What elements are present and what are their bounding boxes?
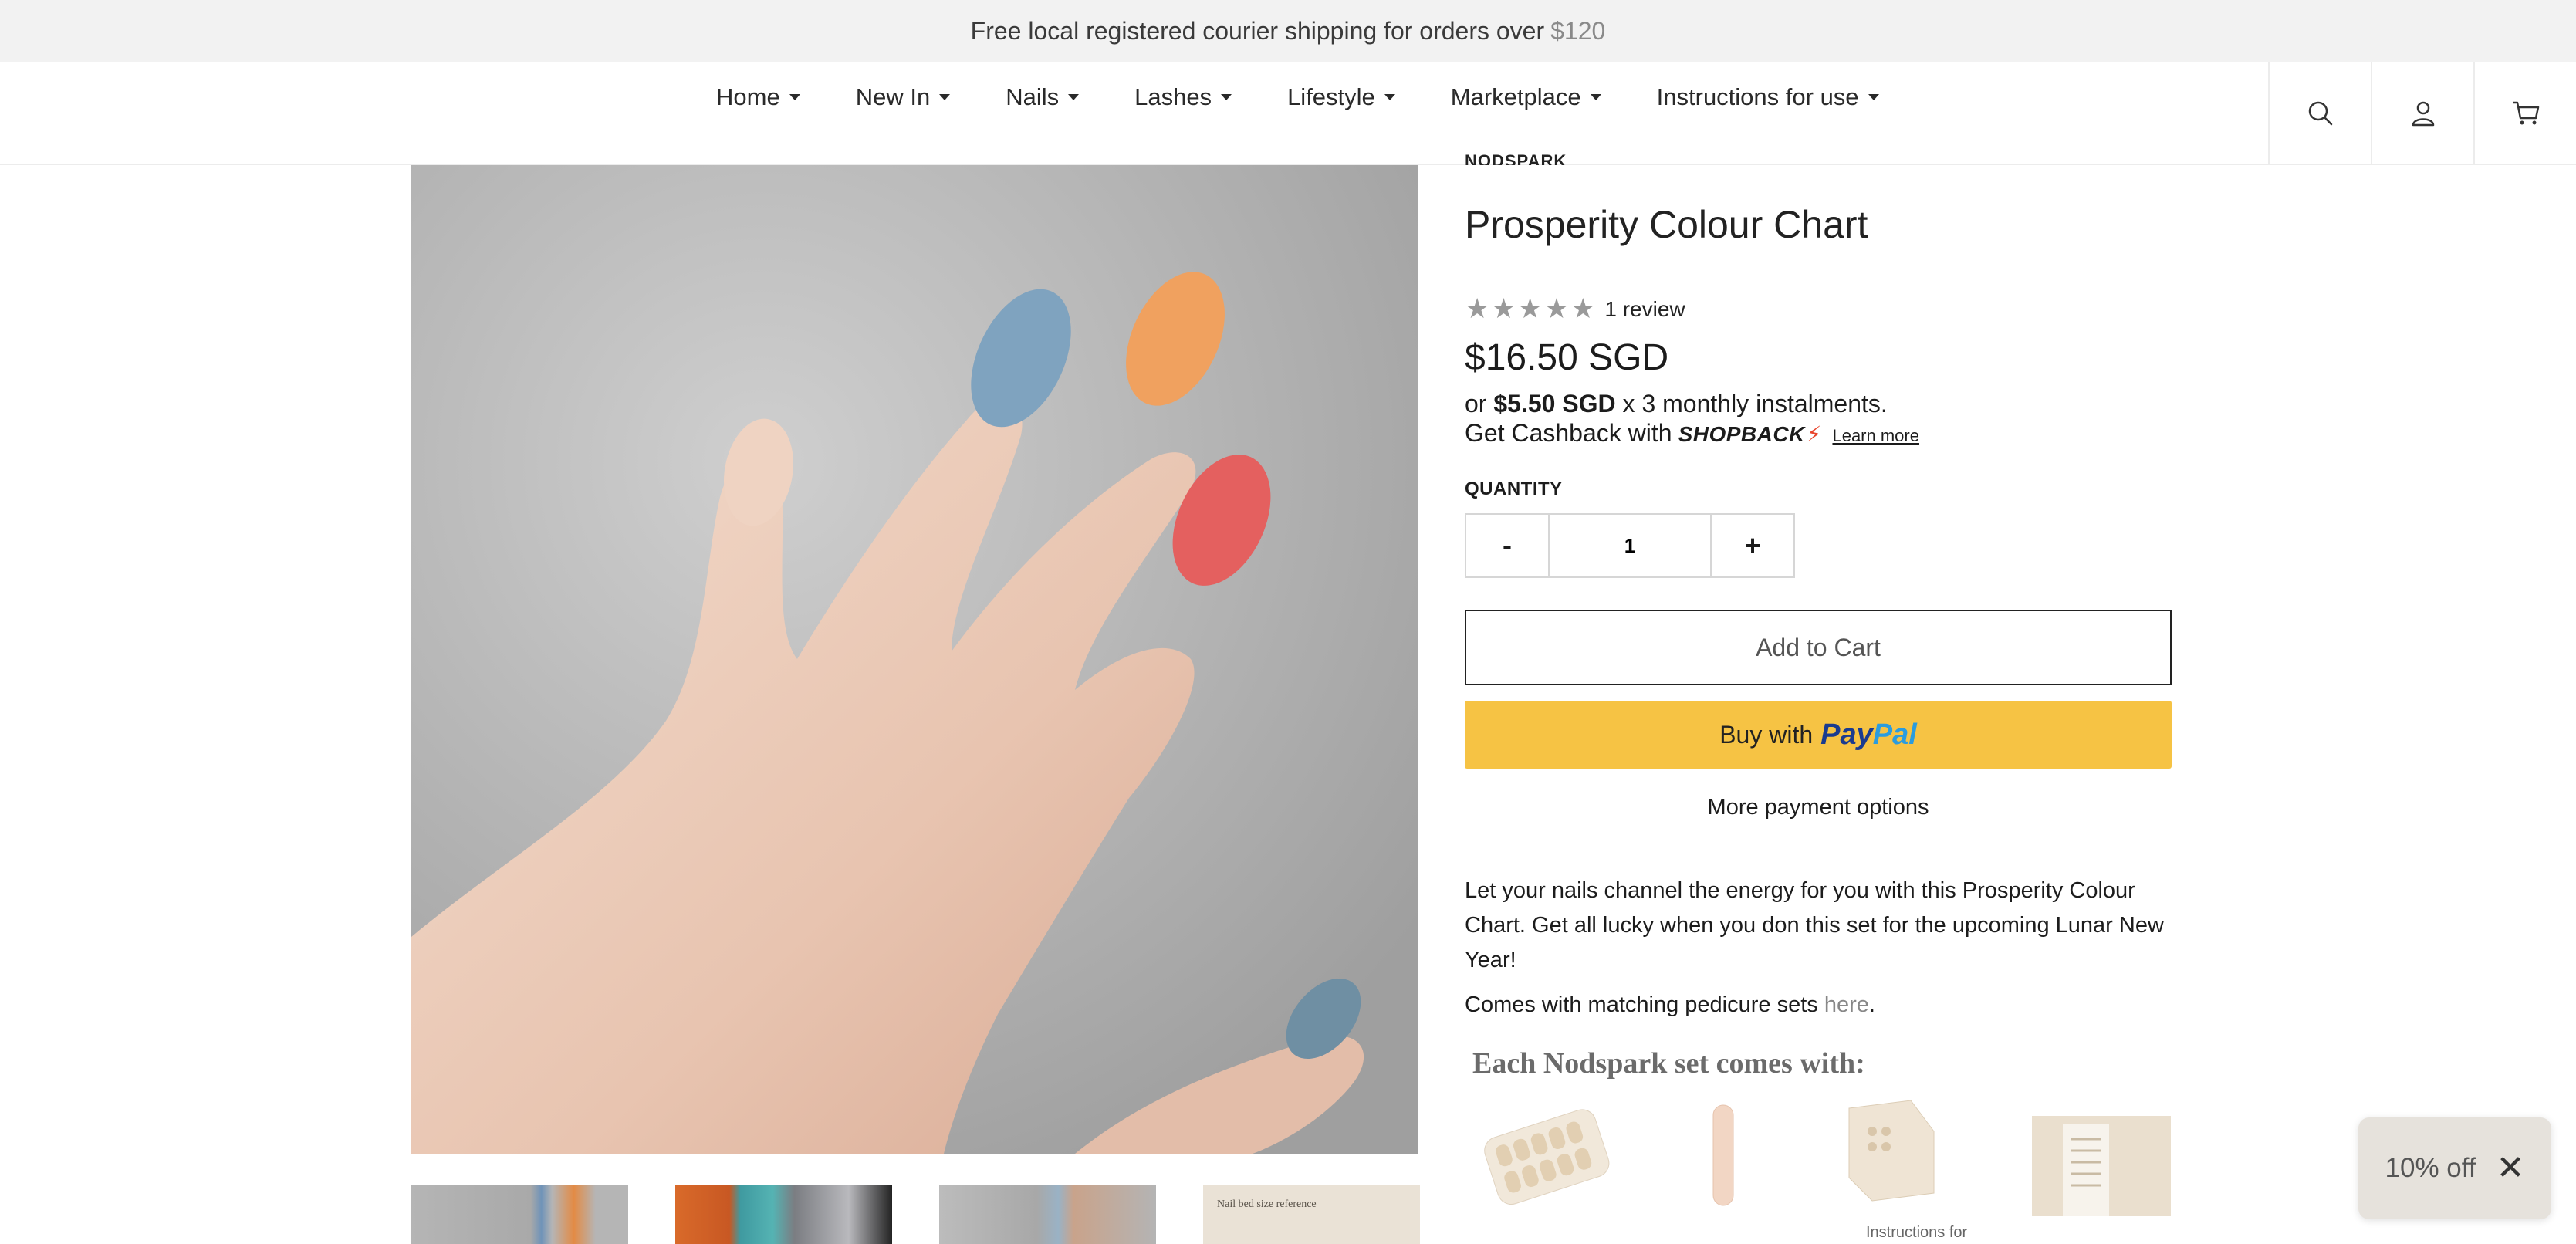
pedicure-link[interactable]: here <box>1824 992 1869 1017</box>
nav-item-lashes[interactable]: Lashes <box>1134 83 1232 111</box>
pedicure-text: Comes with matching pedicure sets <box>1465 992 1818 1017</box>
product-price: $16.50 SGD <box>1465 337 1669 378</box>
thumbnail-4[interactable]: Nail bed size reference <box>1203 1185 1420 1244</box>
nav-label: Lashes <box>1134 83 1212 110</box>
nav-label: Home <box>716 83 780 110</box>
site-header: Home New In Nails Lashes Lifestyle Marke… <box>0 62 2576 165</box>
kit-contents-image: Each Nodspark set comes with: Instructio… <box>1465 1039 2172 1244</box>
instalment-info: or $5.50 SGD x 3 monthly instalments. <box>1465 390 1888 418</box>
nav-label: Nails <box>1006 83 1060 110</box>
chevron-down-icon <box>1590 94 1601 100</box>
discount-popup: 10% off ✕ <box>2358 1117 2551 1219</box>
product-title: Prosperity Colour Chart <box>1465 203 1868 246</box>
cashback-info: Get Cashback with SHOPBACK ⚡ Learn more <box>1465 419 1919 448</box>
chevron-down-icon <box>789 94 800 100</box>
nav-item-lifestyle[interactable]: Lifestyle <box>1287 83 1395 111</box>
announcement-threshold: $120 <box>1550 16 1606 45</box>
instalment-suffix: x 3 monthly instalments. <box>1622 390 1888 417</box>
product-vendor[interactable]: NODSPARK <box>1465 151 1567 165</box>
nav-label: Lifestyle <box>1287 83 1375 110</box>
announcement-text: Free local registered courier shipping f… <box>970 16 1545 45</box>
quantity-stepper: - + <box>1465 513 1795 578</box>
header-icons <box>2268 62 2576 165</box>
review-count-link[interactable]: 1 review <box>1604 297 1685 322</box>
nav-item-nails[interactable]: Nails <box>1006 83 1080 111</box>
hand-nails-illustration <box>411 165 1418 1154</box>
discount-popup-label[interactable]: 10% off <box>2385 1153 2476 1184</box>
kit-items-illustration <box>1484 1100 2171 1216</box>
nav-label: New In <box>855 83 931 110</box>
thumbnail-caption: Nail bed size reference <box>1217 1198 1317 1210</box>
shopback-logo: SHOPBACK <box>1678 422 1805 446</box>
announcement-bar: Free local registered courier shipping f… <box>0 0 2576 62</box>
quantity-increase-button[interactable]: + <box>1712 515 1793 576</box>
nav-item-instructions[interactable]: Instructions for use <box>1657 83 1879 111</box>
account-button[interactable] <box>2371 62 2473 165</box>
quantity-input[interactable] <box>1548 515 1712 576</box>
paypal-logo-pal: Pal <box>1872 718 1917 751</box>
main-nav: Home New In Nails Lashes Lifestyle Marke… <box>716 62 1935 133</box>
product-rating: ★★★★★ 1 review <box>1465 293 1685 325</box>
close-icon[interactable]: ✕ <box>2497 1151 2525 1185</box>
thumbnail-3[interactable] <box>939 1185 1156 1244</box>
nav-label: Marketplace <box>1450 83 1581 110</box>
quantity-label: QUANTITY <box>1465 478 1563 499</box>
shopback-bolt-icon: ⚡ <box>1806 421 1822 447</box>
instalment-prefix: or <box>1465 390 1487 417</box>
nav-item-new-in[interactable]: New In <box>855 83 951 111</box>
paypal-logo-pay: Pay <box>1820 718 1873 751</box>
nav-item-home[interactable]: Home <box>716 83 800 111</box>
search-button[interactable] <box>2268 62 2371 165</box>
search-icon <box>2308 101 2332 126</box>
chevron-down-icon <box>1384 94 1395 100</box>
paypal-prefix: Buy with <box>1719 720 1814 749</box>
cart-button[interactable] <box>2473 62 2576 165</box>
product-description: Let your nails channel the energy for yo… <box>1465 878 2164 972</box>
quantity-decrease-button[interactable]: - <box>1466 515 1548 576</box>
product-main-image[interactable] <box>411 165 1418 1154</box>
kit-caption: Instructions for <box>1866 1224 1968 1241</box>
paypal-button[interactable]: Buy with Pay Pal <box>1465 701 2172 769</box>
chevron-down-icon <box>1068 94 1080 100</box>
thumbnail-2[interactable] <box>675 1185 892 1244</box>
learn-more-link[interactable]: Learn more <box>1832 426 1919 446</box>
more-payment-options-link[interactable]: More payment options <box>1465 795 2172 820</box>
nav-label: Instructions for use <box>1656 83 1859 110</box>
thumbnail-strip: Nail bed size reference <box>411 1185 1467 1244</box>
nav-item-marketplace[interactable]: Marketplace <box>1451 83 1601 111</box>
cashback-prefix: Get Cashback with <box>1465 419 1672 447</box>
pedicure-end: . <box>1868 992 1875 1017</box>
pedicure-note: Comes with matching pedicure sets here. <box>1465 992 2172 1018</box>
chevron-down-icon <box>1868 94 1879 100</box>
thumbnail-1[interactable] <box>411 1185 628 1244</box>
add-to-cart-button[interactable]: Add to Cart <box>1465 610 2172 685</box>
cart-icon <box>2512 101 2539 125</box>
account-icon <box>2412 101 2434 127</box>
star-rating-icon: ★★★★★ <box>1465 293 1597 325</box>
chevron-down-icon <box>939 94 951 100</box>
chevron-down-icon <box>1221 94 1232 100</box>
instalment-amount: $5.50 SGD <box>1493 390 1616 417</box>
